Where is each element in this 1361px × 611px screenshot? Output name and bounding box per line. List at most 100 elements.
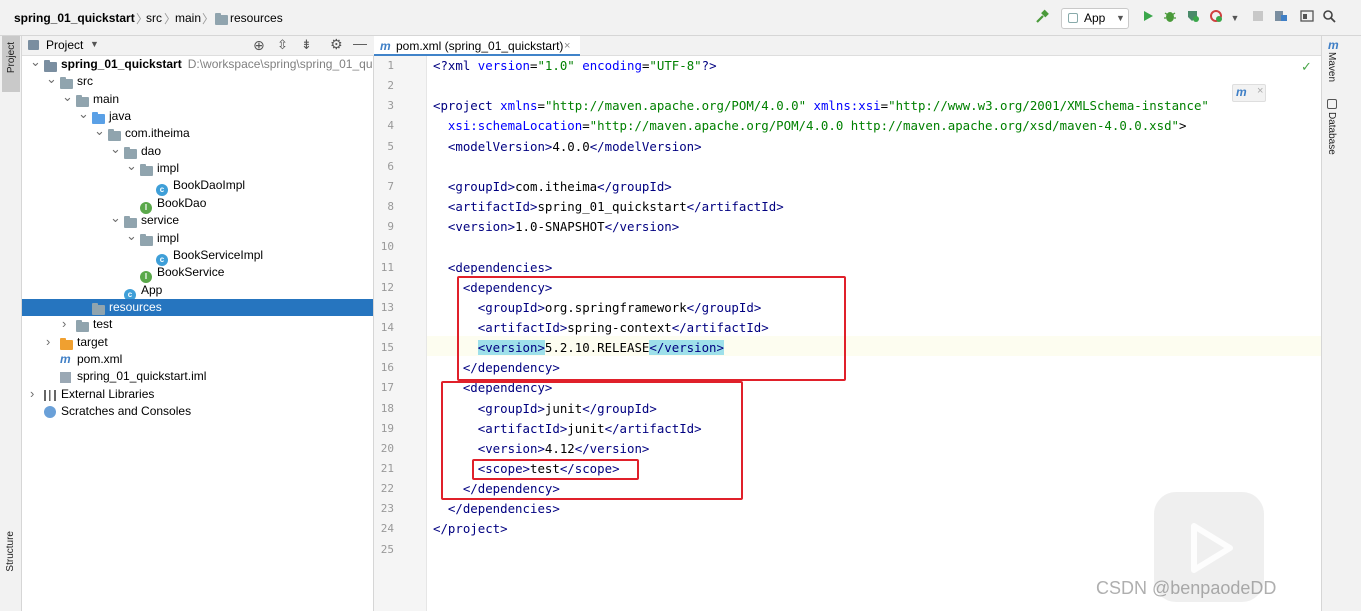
line-number: 19 — [380, 421, 394, 435]
breadcrumb-src[interactable]: src — [146, 11, 162, 25]
project-tree: ⌄ spring_01_quickstart D:\workspace\spring… — [22, 56, 374, 611]
run-icon[interactable] — [1139, 9, 1157, 27]
chevron-down-icon[interactable]: ▼ — [90, 39, 99, 49]
tree-item[interactable]: ⌄ impl — [22, 157, 373, 177]
expand-all-icon[interactable]: ⇳ — [277, 37, 288, 53]
line-number: 18 — [380, 401, 394, 415]
tree-item-label: test — [93, 317, 113, 332]
tree-item[interactable]: m pom.xml — [22, 351, 373, 368]
tree-item[interactable]: ⌄ spring_01_quickstart D:\workspace\spring… — [22, 56, 373, 73]
tree-item[interactable]: ⌄ java — [22, 105, 373, 125]
more-run-options-icon[interactable]: ▼ — [1226, 9, 1244, 27]
chevron-down-icon[interactable]: ⌄ — [126, 227, 137, 244]
tree-item-text: Scratches and Consoles — [61, 403, 191, 420]
line-number: 23 — [380, 502, 394, 516]
tree-item-label: dao — [141, 143, 162, 158]
maven-reload-popup[interactable]: m × — [1232, 84, 1266, 102]
tree-item-text: App — [141, 282, 162, 299]
tree-item[interactable]: Scratches and Consoles — [22, 403, 373, 420]
gear-icon[interactable]: ⚙ — [330, 36, 343, 53]
tree-item-label: BookDao — [157, 195, 207, 210]
search-icon[interactable] — [1320, 9, 1338, 27]
coverage-icon[interactable] — [1184, 9, 1202, 27]
project-view-label[interactable]: Project — [46, 38, 83, 52]
line-number: 5 — [387, 139, 394, 153]
code-line: </dependencies> — [447, 501, 560, 517]
code-line: <version>1.0-SNAPSHOT</version> — [447, 219, 680, 235]
chevron-down-icon[interactable]: ⌄ — [126, 157, 137, 174]
tree-item-text: target — [77, 334, 108, 351]
hammer-icon[interactable] — [1033, 9, 1051, 27]
chevron-right-icon[interactable]: › — [30, 385, 40, 402]
close-icon[interactable]: × — [564, 37, 570, 55]
locate-icon[interactable]: ⊕ — [253, 37, 265, 54]
chevron-down-icon[interactable]: ⌄ — [78, 105, 89, 122]
tree-item[interactable]: I BookService — [22, 264, 373, 284]
tree-item[interactable]: › External Libraries — [22, 385, 373, 403]
tree-item[interactable]: c App — [22, 282, 373, 301]
line-number: 9 — [387, 220, 394, 234]
maven-reload-icon[interactable]: m — [1236, 85, 1247, 99]
project-tool-tab[interactable]: Project — [2, 36, 20, 92]
tree-item[interactable]: resources — [22, 298, 373, 316]
inspection-ok-icon[interactable]: ✓ — [1301, 59, 1312, 75]
app-config-icon — [1068, 13, 1078, 23]
tree-item-text: src — [77, 73, 93, 90]
line-number: 14 — [380, 320, 394, 334]
tree-item-text: test — [93, 316, 112, 333]
tab-pom-xml[interactable]: m pom.xml (spring_01_quickstart) × — [374, 36, 580, 56]
chevron-down-icon[interactable]: ⌄ — [94, 122, 105, 139]
structure-tab[interactable]: Structure — [5, 531, 16, 572]
breadcrumb-project[interactable]: spring_01_quickstart — [14, 11, 135, 25]
tree-item-text: pom.xml — [77, 351, 122, 368]
breadcrumb-resources[interactable]: resources — [230, 11, 283, 25]
project-structure-icon[interactable] — [1272, 9, 1290, 27]
close-icon[interactable]: × — [1257, 85, 1263, 97]
line-number: 6 — [387, 159, 394, 173]
code-line: <modelVersion>4.0.0</modelVersion> — [447, 138, 702, 154]
tree-item-text: com.itheima — [125, 125, 190, 142]
tree-item[interactable]: ⌄ impl — [22, 227, 373, 247]
tree-item[interactable]: ⌄ service — [22, 209, 373, 229]
database-tab[interactable]: Database — [1326, 112, 1337, 155]
hide-panel-icon[interactable]: — — [353, 35, 367, 51]
chevron-down-icon[interactable]: ⌄ — [30, 56, 41, 70]
tree-item-text: resources — [109, 299, 162, 316]
chevron-down-icon[interactable]: ⌄ — [62, 88, 73, 105]
editor-tab-bar: m pom.xml (spring_01_quickstart) × — [374, 36, 1321, 56]
tree-item[interactable]: ⌄ src — [22, 70, 373, 90]
project-panel-header: Project ▼ ⊕ ⇳ ⇟ ⚙ — — [22, 35, 374, 56]
tree-item[interactable]: › target — [22, 333, 373, 351]
chevron-down-icon[interactable]: ⌄ — [110, 209, 121, 226]
tree-item-label: com.itheima — [125, 126, 190, 141]
tree-item-text: spring_01_quickstart D:\workspace\spring\… — [61, 56, 373, 73]
chevron-down-icon[interactable]: ⌄ — [46, 70, 57, 87]
tree-item[interactable]: ⌄ com.itheima — [22, 122, 373, 142]
chevron-right-icon[interactable]: › — [62, 315, 72, 332]
stop-icon[interactable] — [1249, 9, 1267, 27]
line-number: 12 — [380, 280, 394, 294]
frame-icon[interactable] — [1298, 9, 1316, 27]
tree-item-label: java — [109, 109, 132, 124]
collapse-all-icon[interactable]: ⇟ — [301, 37, 312, 53]
maven-tab[interactable]: Maven — [1326, 52, 1337, 82]
tree-item[interactable]: ⌄ main — [22, 88, 373, 108]
breadcrumb-main[interactable]: main — [175, 11, 201, 25]
project-view-icon — [28, 40, 39, 50]
run-configuration-select[interactable]: App ▼ — [1061, 8, 1129, 29]
tree-item[interactable]: › test — [22, 315, 373, 333]
database-icon — [1327, 99, 1337, 109]
tree-item[interactable]: spring_01_quickstart.iml — [22, 368, 373, 385]
chevron-down-icon[interactable]: ⌄ — [110, 140, 121, 157]
tree-item[interactable]: ⌄ dao — [22, 140, 373, 160]
tree-item-text: spring_01_quickstart.iml — [77, 368, 206, 385]
tree-item[interactable]: c BookServiceImpl — [22, 247, 373, 266]
line-number: 17 — [380, 381, 394, 395]
profile-icon[interactable] — [1207, 9, 1225, 27]
tree-item[interactable]: I BookDao — [22, 195, 373, 214]
code-line: <artifactId>spring_01_quickstart</artifa… — [447, 199, 784, 215]
tree-item[interactable]: c BookDaoImpl — [22, 177, 373, 197]
chevron-right-icon[interactable]: › — [46, 333, 56, 350]
debug-icon[interactable] — [1161, 9, 1179, 27]
line-number: 11 — [380, 260, 394, 274]
